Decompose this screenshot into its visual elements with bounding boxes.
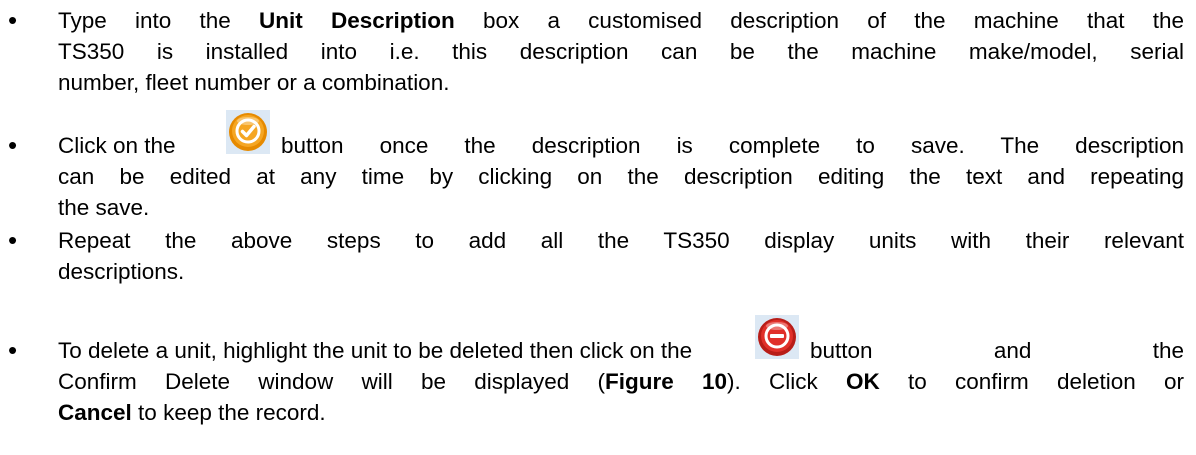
text-run: ). Click xyxy=(727,369,846,394)
text-run: Click on the xyxy=(58,133,176,158)
bold-term-figure-10: Figure 10 xyxy=(605,369,728,394)
text-line: TS350 is installed into i.e. this descri… xyxy=(58,39,1184,64)
bold-term-unit-description: Unit Description xyxy=(259,8,455,33)
text-line: Click on the button once the description… xyxy=(58,110,1184,161)
text-run: to confirm deletion or xyxy=(879,369,1185,394)
bold-term-ok: OK xyxy=(846,369,880,394)
text-line: the save. xyxy=(58,195,150,220)
bullet-dot: • xyxy=(8,225,18,255)
text-line: descriptions. xyxy=(58,259,185,284)
bullet-dot: • xyxy=(8,335,18,365)
text-run: To delete a unit, highlight the unit to … xyxy=(58,338,693,363)
text-line: number, fleet number or a combination. xyxy=(58,70,450,95)
bold-term-cancel: Cancel xyxy=(58,400,132,425)
text-line: Confirm Delete window will be displayed … xyxy=(58,366,1184,397)
document-page: • Type into the Unit Description box a c… xyxy=(0,0,1196,455)
text-run: button and the xyxy=(810,338,1184,363)
text-run: box a customised description of the mach… xyxy=(454,8,1184,33)
text-line: can be edited at any time by clicking on… xyxy=(58,164,1184,189)
confirm-check-icon xyxy=(226,110,270,154)
delete-minus-icon xyxy=(755,315,799,359)
text-line: To delete a unit, highlight the unit to … xyxy=(58,315,1184,366)
text-line: Repeat the above steps to add all the TS… xyxy=(58,228,1184,253)
bullet-dot: • xyxy=(8,5,18,35)
bullet-dot: • xyxy=(8,130,18,160)
text-run: Confirm Delete window will be displayed … xyxy=(58,369,606,394)
text-line: Cancel to keep the record. xyxy=(58,397,326,428)
text-line: Type into the Unit Description box a cus… xyxy=(58,5,1184,36)
text-run: button once the description is complete … xyxy=(281,133,1184,158)
text-run: Type into the xyxy=(58,8,259,33)
text-run: to keep the record. xyxy=(131,400,326,425)
